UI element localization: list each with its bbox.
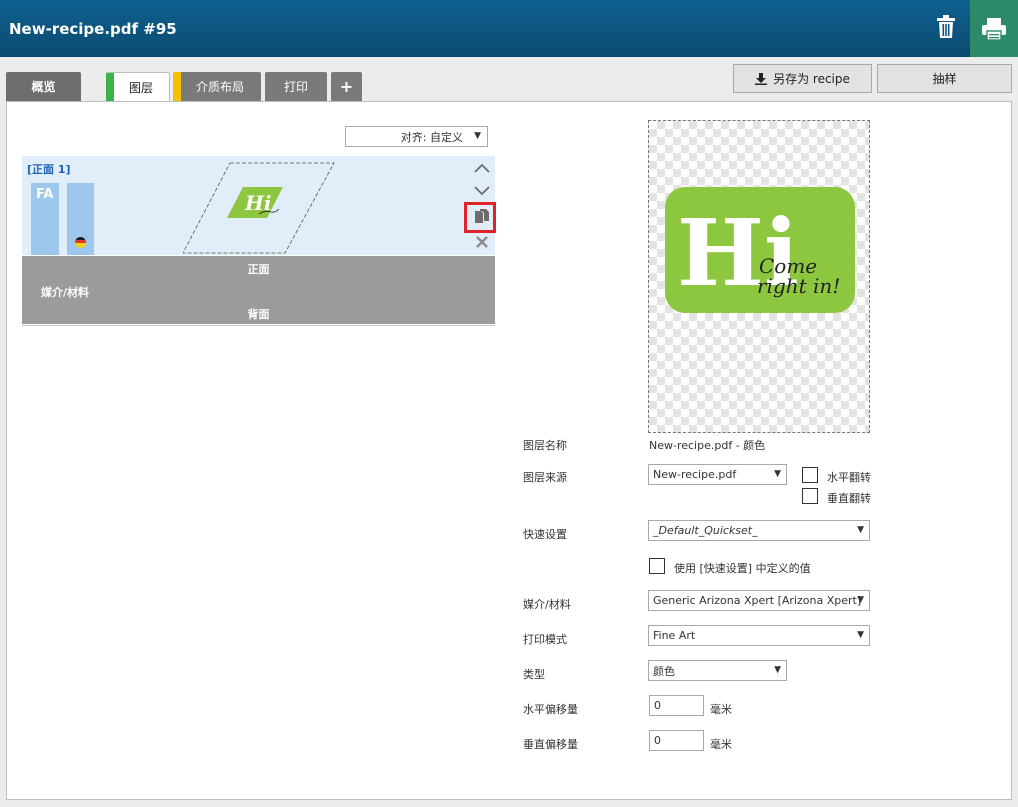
flip-vertical-checkbox[interactable] [802, 488, 818, 504]
divider [22, 325, 495, 326]
layer-name-value: New-recipe.pdf - 颜色 [649, 439, 766, 452]
layer-preview: Hi Come right in! [648, 120, 870, 433]
align-value: 对齐: 自定义 [400, 130, 463, 144]
layer-source-value: New-recipe.pdf [653, 468, 737, 481]
move-down-button[interactable] [471, 180, 493, 202]
vertical-offset-unit: 毫米 [710, 738, 732, 751]
type-label: 类型 [523, 668, 545, 681]
print-mode-label: 打印模式 [523, 633, 567, 646]
caret-down-icon: ▼ [774, 469, 781, 479]
media-front-label: 正面 [247, 263, 270, 276]
delete-job-button[interactable] [926, 10, 966, 44]
caret-down-icon: ▼ [474, 131, 481, 141]
print-mode-dropdown[interactable]: Fine Art ▼ [648, 625, 870, 646]
flip-horizontal-label: 水平翻转 [827, 471, 871, 484]
move-up-button[interactable] [471, 157, 493, 179]
sample-label: 抽样 [932, 72, 957, 86]
layer-source-dropdown[interactable]: New-recipe.pdf ▼ [648, 464, 787, 485]
media-name-label: 媒介/材料 [41, 286, 90, 299]
flip-vertical-label: 垂直翻转 [827, 492, 871, 505]
print-button[interactable] [970, 0, 1018, 57]
caret-down-icon: ▼ [857, 595, 864, 605]
media-block[interactable]: 正面 媒介/材料 背面 [22, 256, 495, 324]
tab-media-layout-label: 介质布局 [195, 80, 244, 94]
plus-icon: + [339, 77, 354, 96]
title-bar: New-recipe.pdf #95 [0, 0, 1018, 57]
layer-fa-bar: FA [31, 183, 59, 255]
cmyk-color-icon [75, 237, 86, 248]
flip-horizontal-checkbox[interactable] [802, 467, 818, 483]
chevron-up-icon [474, 163, 490, 173]
print-mode-value: Fine Art [653, 629, 696, 642]
tab-layers-color-stripe [106, 73, 114, 102]
horizontal-offset-label: 水平偏移量 [523, 703, 578, 716]
layer-label: [正面 1] [27, 163, 71, 176]
printer-icon [982, 17, 1006, 41]
layer-thumbnail: Hi [183, 162, 335, 254]
tab-overview[interactable]: 概览 [6, 72, 81, 101]
job-title: New-recipe.pdf #95 [9, 20, 177, 38]
caret-down-icon: ▼ [857, 630, 864, 640]
media-label: 媒介/材料 [523, 598, 571, 611]
tab-print-label: 打印 [283, 80, 308, 94]
layer-row[interactable]: [正面 1] FA Hi [22, 156, 495, 255]
quickset-value: _Default_Quickset_ [653, 524, 758, 537]
preview-script-line2: right in! [757, 274, 840, 298]
tab-print[interactable]: 打印 [265, 72, 327, 101]
vertical-offset-value: 0 [654, 734, 661, 747]
tab-layers-label: 图层 [128, 81, 153, 95]
caret-down-icon: ▼ [774, 665, 781, 675]
media-value: Generic Arizona Xpert [Arizona Xpert] [653, 594, 862, 607]
media-dropdown[interactable]: Generic Arizona Xpert [Arizona Xpert] ▼ [648, 590, 870, 611]
horizontal-offset-input[interactable]: 0 [649, 695, 704, 716]
add-tab-button[interactable]: + [331, 72, 362, 101]
save-as-recipe-label: 另存为 recipe [773, 72, 850, 86]
vertical-offset-input[interactable]: 0 [649, 730, 704, 751]
align-dropdown[interactable]: 对齐: 自定义 ▼ [345, 126, 488, 147]
duplicate-button-highlight [464, 202, 496, 233]
vertical-offset-label: 垂直偏移量 [523, 738, 578, 751]
chevron-down-icon [474, 186, 490, 196]
layer-name-label: 图层名称 [523, 439, 567, 452]
fa-label: FA [36, 187, 54, 202]
close-icon [476, 236, 488, 248]
delete-layer-button[interactable] [471, 231, 493, 253]
type-dropdown[interactable]: 颜色 ▼ [648, 660, 787, 681]
tab-overview-label: 概览 [31, 80, 56, 94]
layer-source-label: 图层来源 [523, 471, 567, 484]
layer-color-bar [67, 183, 94, 255]
use-quickset-checkbox[interactable] [649, 558, 665, 574]
sample-button[interactable]: 抽样 [877, 64, 1012, 93]
preview-logo-image: Hi Come right in! [665, 187, 855, 313]
trash-icon [937, 15, 955, 38]
tab-media-color-stripe [173, 72, 181, 101]
download-icon [755, 72, 768, 85]
quickset-label: 快速设置 [523, 528, 567, 541]
horizontal-offset-value: 0 [654, 699, 661, 712]
save-as-recipe-button[interactable]: 另存为 recipe [733, 64, 872, 93]
tab-media-layout[interactable]: 介质布局 [173, 72, 261, 101]
quickset-dropdown[interactable]: _Default_Quickset_ ▼ [648, 520, 870, 541]
caret-down-icon: ▼ [857, 525, 864, 535]
type-value: 颜色 [653, 664, 675, 678]
tab-layers[interactable]: 图层 [106, 72, 170, 102]
media-back-label: 背面 [247, 308, 270, 321]
use-quickset-label: 使用 [快速设置] 中定义的值 [674, 562, 811, 575]
horizontal-offset-unit: 毫米 [710, 703, 732, 716]
